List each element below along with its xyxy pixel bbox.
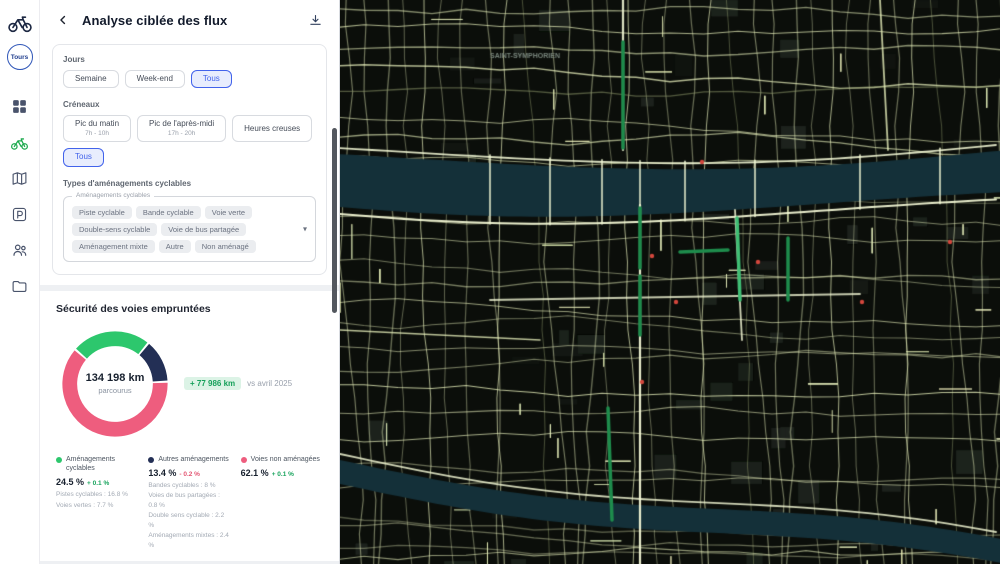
filters-card: Jours Semaine Week-end Tous Créneaux Pic… xyxy=(52,44,327,275)
download-button[interactable] xyxy=(303,8,327,32)
delta-context: vs avril 2025 xyxy=(247,379,293,389)
legend-dot-pink xyxy=(240,456,247,463)
legend-delta: + 0.1 % xyxy=(87,480,110,488)
legend-amenagements-cyclables: Aménagements cyclables 24.5 % + 0.1 % Pi… xyxy=(56,455,138,552)
jours-option-semaine[interactable]: Semaine xyxy=(63,70,119,89)
brand-label: Tours xyxy=(10,53,29,61)
security-section: Sécurité des voies empruntées 134 198 km… xyxy=(40,290,339,562)
creneaux-label: Créneaux xyxy=(63,100,100,110)
sidebar-item-files[interactable] xyxy=(6,272,34,300)
parking-icon xyxy=(12,207,27,221)
option-label: Tous xyxy=(202,74,220,83)
legend-name: Aménagements cyclables xyxy=(66,455,116,473)
option-label: Week-end xyxy=(136,74,173,83)
types-label: Types d'aménagements cyclables xyxy=(63,178,192,188)
sidebar-item-users[interactable] xyxy=(6,236,34,264)
grid-icon xyxy=(13,99,26,113)
creneaux-option-matin[interactable]: Pic du matin 7h - 10h xyxy=(63,115,132,143)
legend-breakdown: Pistes cyclables : 16.8 % Voies vertes :… xyxy=(56,490,138,510)
chip-voie-verte[interactable]: Voie verte xyxy=(204,205,253,219)
page-title: Analyse ciblée des flux xyxy=(82,12,228,28)
delta-badge: + 77 986 km xyxy=(184,377,242,391)
map-icon xyxy=(12,171,27,185)
jours-option-tous[interactable]: Tous xyxy=(190,70,232,89)
legend-name: Autres aménagements xyxy=(158,455,229,463)
sidebar-item-dashboard[interactable] xyxy=(6,92,34,120)
option-label: Tous xyxy=(75,152,92,162)
map-canvas[interactable] xyxy=(340,0,1000,564)
chip-non-amenage[interactable]: Non aménagé xyxy=(194,239,256,253)
filter-group-types: Types d'aménagements cyclables Aménageme… xyxy=(63,179,316,262)
panel-scrollbar[interactable] xyxy=(332,128,337,313)
chip-piste-cyclable[interactable]: Piste cyclable xyxy=(72,205,132,219)
back-button[interactable] xyxy=(52,9,74,31)
legend-pct: 24.5 % xyxy=(56,477,85,488)
donut-legend: Aménagements cyclables 24.5 % + 0.1 % Pi… xyxy=(56,455,323,552)
donut-chart-block: 134 198 km parcourus + 77 986 km vs avri… xyxy=(56,325,323,443)
breakdown-line: Aménagements mixtes : 2.4 % xyxy=(148,532,229,550)
legend-dot-green xyxy=(56,456,62,463)
creneaux-option-heures-creuses[interactable]: Heures creuses xyxy=(232,115,313,143)
legend-pct: 13.4 % xyxy=(148,468,177,479)
option-sublabel: 7h - 10h xyxy=(85,129,109,137)
bike-icon xyxy=(11,137,28,150)
analysis-panel: Analyse ciblée des flux Jours Semaine We… xyxy=(40,0,340,564)
option-sublabel: 17h - 20h xyxy=(167,129,196,137)
types-chips: Piste cyclable Bande cyclable Voie verte… xyxy=(72,205,289,253)
chevron-left-icon xyxy=(60,15,66,25)
jours-option-weekend[interactable]: Week-end xyxy=(124,70,185,89)
option-label: Heures creuses xyxy=(244,123,301,133)
chip-autre[interactable]: Autre xyxy=(158,239,191,253)
map-container xyxy=(340,0,1000,564)
delta-info: + 77 986 km vs avril 2025 xyxy=(184,377,293,391)
bike-logo-icon xyxy=(7,16,32,33)
option-label: Pic de l'après-midi xyxy=(149,119,215,129)
option-label: Pic du matin xyxy=(75,119,120,129)
types-multiselect[interactable]: Aménagements cyclables Piste cyclable Ba… xyxy=(63,191,316,262)
security-title: Sécurité des voies empruntées xyxy=(56,302,211,315)
panel-header: Analyse ciblée des flux xyxy=(40,0,339,40)
jours-label: Jours xyxy=(63,55,85,64)
legend-name: Voies non aménagées xyxy=(250,455,320,463)
filter-group-creneaux: Créneaux Pic du matin 7h - 10h Pic de l'… xyxy=(63,100,316,167)
sidebar-item-parking[interactable] xyxy=(6,200,34,228)
legend-pct: 62.1 % xyxy=(240,468,269,479)
sidebar-item-bike-flows[interactable] xyxy=(6,128,34,156)
users-icon xyxy=(12,244,26,256)
breakdown-line: Double sens cyclable : 2.2 % xyxy=(148,512,225,530)
legend-autres-amenagements: Autres aménagements 13.4 % - 0.2 % Bande… xyxy=(148,455,230,552)
app-logo xyxy=(6,8,34,36)
app-root: Tours Analyse ciblée des flux Jours Sema… xyxy=(0,0,1000,564)
filter-group-jours: Jours Semaine Week-end Tous xyxy=(63,55,316,89)
legend-voies-non-amenagees: Voies non aménagées 62.1 % + 0.1 % xyxy=(240,455,323,552)
download-icon xyxy=(309,14,321,25)
legend-delta: + 0.1 % xyxy=(271,471,294,479)
types-field-label: Aménagements cyclables xyxy=(72,191,155,199)
chip-voie-bus[interactable]: Voie de bus partagée xyxy=(161,222,247,236)
option-label: Semaine xyxy=(75,74,107,83)
breakdown-line: Pistes cyclables : 16.8 % xyxy=(56,491,128,499)
folder-icon xyxy=(12,280,27,292)
donut-chart[interactable]: 134 198 km parcourus xyxy=(56,325,174,443)
sidebar-rail: Tours xyxy=(0,0,40,564)
legend-dot-navy xyxy=(148,456,155,463)
legend-breakdown: Bandes cyclables : 8 % Voies de bus part… xyxy=(148,481,230,551)
chip-double-sens[interactable]: Double-sens cyclable xyxy=(72,222,158,236)
legend-delta: - 0.2 % xyxy=(179,471,200,479)
breakdown-line: Voies vertes : 7.7 % xyxy=(56,501,114,509)
chip-bande-cyclable[interactable]: Bande cyclable xyxy=(135,205,201,219)
creneaux-option-apres-midi[interactable]: Pic de l'après-midi 17h - 20h xyxy=(137,115,227,143)
tours-logo[interactable]: Tours xyxy=(6,44,33,70)
sidebar-item-map[interactable] xyxy=(6,164,34,192)
creneaux-option-tous[interactable]: Tous xyxy=(63,148,104,167)
breakdown-line: Bandes cyclables : 8 % xyxy=(148,482,216,490)
donut-svg xyxy=(62,331,168,437)
chevron-down-icon[interactable]: ▾ xyxy=(303,224,307,233)
chip-amenagement-mixte[interactable]: Aménagement mixte xyxy=(72,239,155,253)
breakdown-line: Voies de bus partagées : 0.8 % xyxy=(148,492,220,510)
